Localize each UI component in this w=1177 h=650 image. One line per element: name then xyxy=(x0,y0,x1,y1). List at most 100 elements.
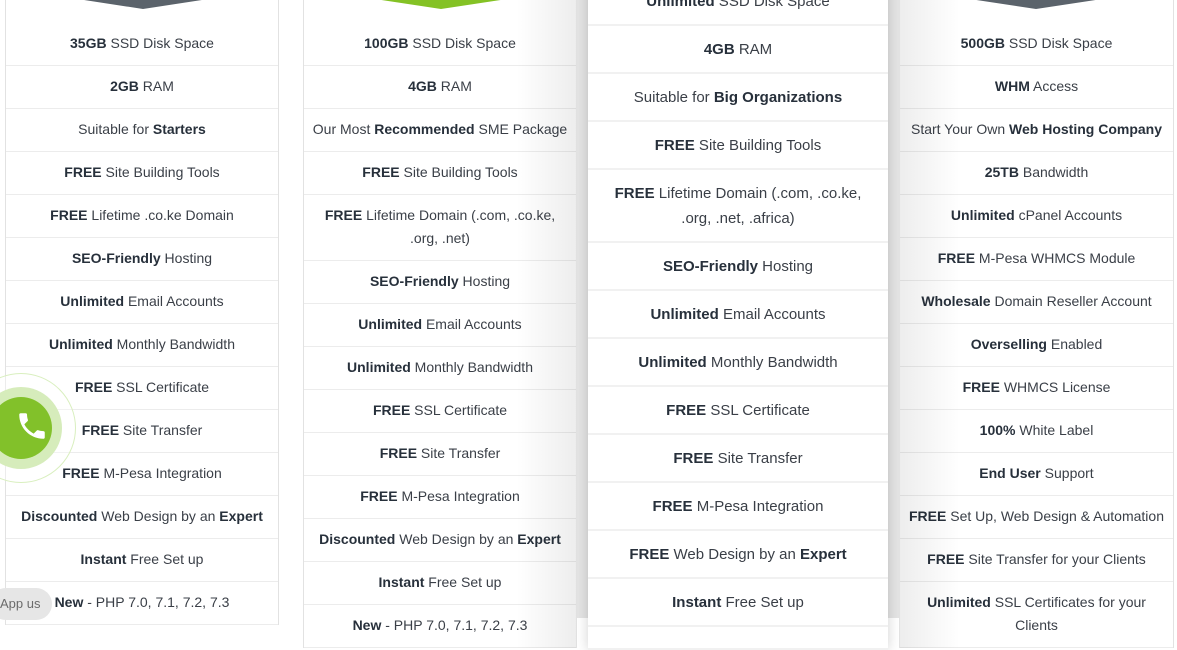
feature-text: SSD Disk Space xyxy=(1004,35,1113,51)
feature-row: Instant Free Set up xyxy=(304,562,576,605)
feature-text: M-Pesa WHMCS Module xyxy=(975,250,1136,266)
feature-highlight: Instant xyxy=(80,551,127,567)
feature-row: 4GB RAM xyxy=(304,66,576,109)
feature-row: 500GB SSD Disk Space xyxy=(900,23,1173,66)
pricing-column-featured: Unlimited SSD Disk Space 4GB RAM Suitable … xyxy=(588,0,888,650)
feature-highlight: Instant xyxy=(378,574,425,590)
feature-highlight: FREE xyxy=(673,449,714,467)
feature-row: Suitable for Big Organizations xyxy=(588,74,888,122)
phone-icon xyxy=(0,409,49,448)
feature-text: Email Accounts xyxy=(718,305,826,323)
feature-highlight: Expert xyxy=(517,531,561,547)
feature-highlight: FREE xyxy=(927,551,965,567)
feature-highlight: 2GB xyxy=(110,78,139,94)
feature-row: 25TB Bandwidth xyxy=(900,152,1173,195)
feature-row: 4GB RAM xyxy=(588,26,888,74)
feature-text: SSL Certificate xyxy=(410,402,508,418)
feature-list: Unlimited SSD Disk Space 4GB RAM Suitable … xyxy=(588,0,888,650)
feature-row: FREE Set Up, Web Design & Automation xyxy=(900,496,1173,539)
feature-row: FREE Lifetime Domain (.com, .co.ke, .org… xyxy=(304,195,576,261)
feature-row: FREE M-Pesa Integration xyxy=(588,483,888,531)
feature-highlight: SEO-Friendly xyxy=(662,257,758,275)
feature-text: Site Transfer for your Clients xyxy=(964,551,1146,567)
feature-highlight: FREE xyxy=(372,402,411,418)
feature-row: Wholesale Domain Reseller Account xyxy=(900,281,1173,324)
plan-ribbon-recommended xyxy=(355,0,527,9)
feature-text: SSD Disk Space xyxy=(714,0,830,10)
feature-text: Our Most xyxy=(312,121,375,137)
feature-row: New - PHP 7.0, 7.1, 7.2, 7.3 xyxy=(304,605,576,648)
feature-highlight: FREE xyxy=(666,401,707,419)
feature-text: Start Your Own xyxy=(910,121,1010,137)
feature-highlight: Web Hosting Company xyxy=(1009,121,1163,137)
feature-row: Overselling Enabled xyxy=(900,324,1173,367)
feature-highlight: FREE xyxy=(360,488,398,504)
feature-text: Monthly Bandwidth xyxy=(706,353,838,371)
feature-row: FREE SSL Certificate xyxy=(304,390,576,433)
feature-highlight: Wholesale xyxy=(921,293,991,309)
feature-row: Unlimited SSL Certificates for your Clie… xyxy=(900,582,1173,648)
feature-text: Email Accounts xyxy=(124,293,224,309)
feature-row: FREE Lifetime Domain (.com, .co.ke, .org… xyxy=(588,170,888,243)
feature-highlight: Instant xyxy=(672,593,722,611)
feature-row: 2GB RAM xyxy=(6,66,278,109)
feature-text: Site Building Tools xyxy=(399,164,518,180)
feature-text: RAM xyxy=(138,78,174,94)
feature-row: Discounted Web Design by an Expert xyxy=(304,519,576,562)
feature-row: Unlimited Monthly Bandwidth xyxy=(588,339,888,387)
feature-highlight: Unlimited xyxy=(347,359,411,375)
feature-text: Free Set up xyxy=(721,593,804,611)
feature-highlight: Unlimited xyxy=(49,336,113,352)
feature-text: SSL Certificate xyxy=(112,379,210,395)
feature-highlight: Recommended xyxy=(374,121,475,137)
featured-shadow-left xyxy=(576,0,588,618)
pricing-column-2: 100GB SSD Disk Space 4GB RAM Our Most Reco… xyxy=(303,0,577,648)
feature-text: Web Design by an xyxy=(395,531,518,547)
feature-highlight: Unlimited xyxy=(646,0,715,10)
feature-highlight: FREE xyxy=(64,164,102,180)
feature-highlight: Unlimited xyxy=(950,207,1015,223)
feature-highlight: Expert xyxy=(799,545,847,563)
feature-row: Unlimited SSD Disk Space xyxy=(588,0,888,26)
feature-text: Site Building Tools xyxy=(101,164,220,180)
feature-highlight: FREE xyxy=(362,164,400,180)
feature-highlight: Unlimited xyxy=(638,353,707,371)
feature-highlight: 500GB xyxy=(960,35,1005,51)
feature-text: Hosting xyxy=(758,257,814,275)
feature-text: Domain Reseller Account xyxy=(990,293,1152,309)
feature-row: SEO-Friendly Hosting xyxy=(304,261,576,304)
pricing-column-1: 35GB SSD Disk Space 2GB RAM Suitable for S… xyxy=(5,0,279,625)
feature-row: Our Most Recommended SME Package xyxy=(304,109,576,152)
feature-text: Set Up, Web Design & Automation xyxy=(946,508,1164,524)
feature-highlight: Discounted xyxy=(319,531,396,547)
feature-text: - PHP 7.0, 7.1, 7.2, 7.3 xyxy=(83,594,230,610)
feature-highlight: Overselling xyxy=(970,336,1047,352)
feature-text: Web Design by an xyxy=(97,508,220,524)
feature-row: 35GB SSD Disk Space xyxy=(6,23,278,66)
feature-row: Unlimited cPanel Accounts xyxy=(900,195,1173,238)
feature-row: FREE WHMCS License xyxy=(900,367,1173,410)
feature-highlight: SEO-Friendly xyxy=(71,250,161,266)
feature-text: WHMCS License xyxy=(999,379,1111,395)
feature-text: Free Set up xyxy=(424,574,502,590)
feature-text: Suitable for xyxy=(78,121,153,137)
feature-text: Hosting xyxy=(458,273,511,289)
feature-row: FREE M-Pesa WHMCS Module xyxy=(900,238,1173,281)
feature-row: FREE Lifetime .co.ke Domain xyxy=(6,195,278,238)
feature-row: End User Support xyxy=(900,453,1173,496)
feature-text: RAM xyxy=(436,78,472,94)
feature-text: Bandwidth xyxy=(1018,164,1089,180)
feature-highlight: Unlimited xyxy=(358,316,423,332)
feature-highlight: FREE xyxy=(324,207,363,223)
feature-row xyxy=(588,627,888,650)
call-button[interactable] xyxy=(0,373,76,483)
feature-row: Unlimited Email Accounts xyxy=(6,281,278,324)
feature-highlight: Unlimited xyxy=(650,305,719,323)
feature-text: M-Pesa Integration xyxy=(99,465,222,481)
feature-highlight: FREE xyxy=(614,184,655,202)
feature-text: SSL Certificates for your Clients xyxy=(990,594,1146,633)
feature-row: FREE Site Transfer xyxy=(588,435,888,483)
feature-highlight: 100GB xyxy=(364,35,409,51)
whatsapp-chip[interactable]: App us xyxy=(0,588,53,620)
feature-highlight: WHM xyxy=(994,78,1030,94)
